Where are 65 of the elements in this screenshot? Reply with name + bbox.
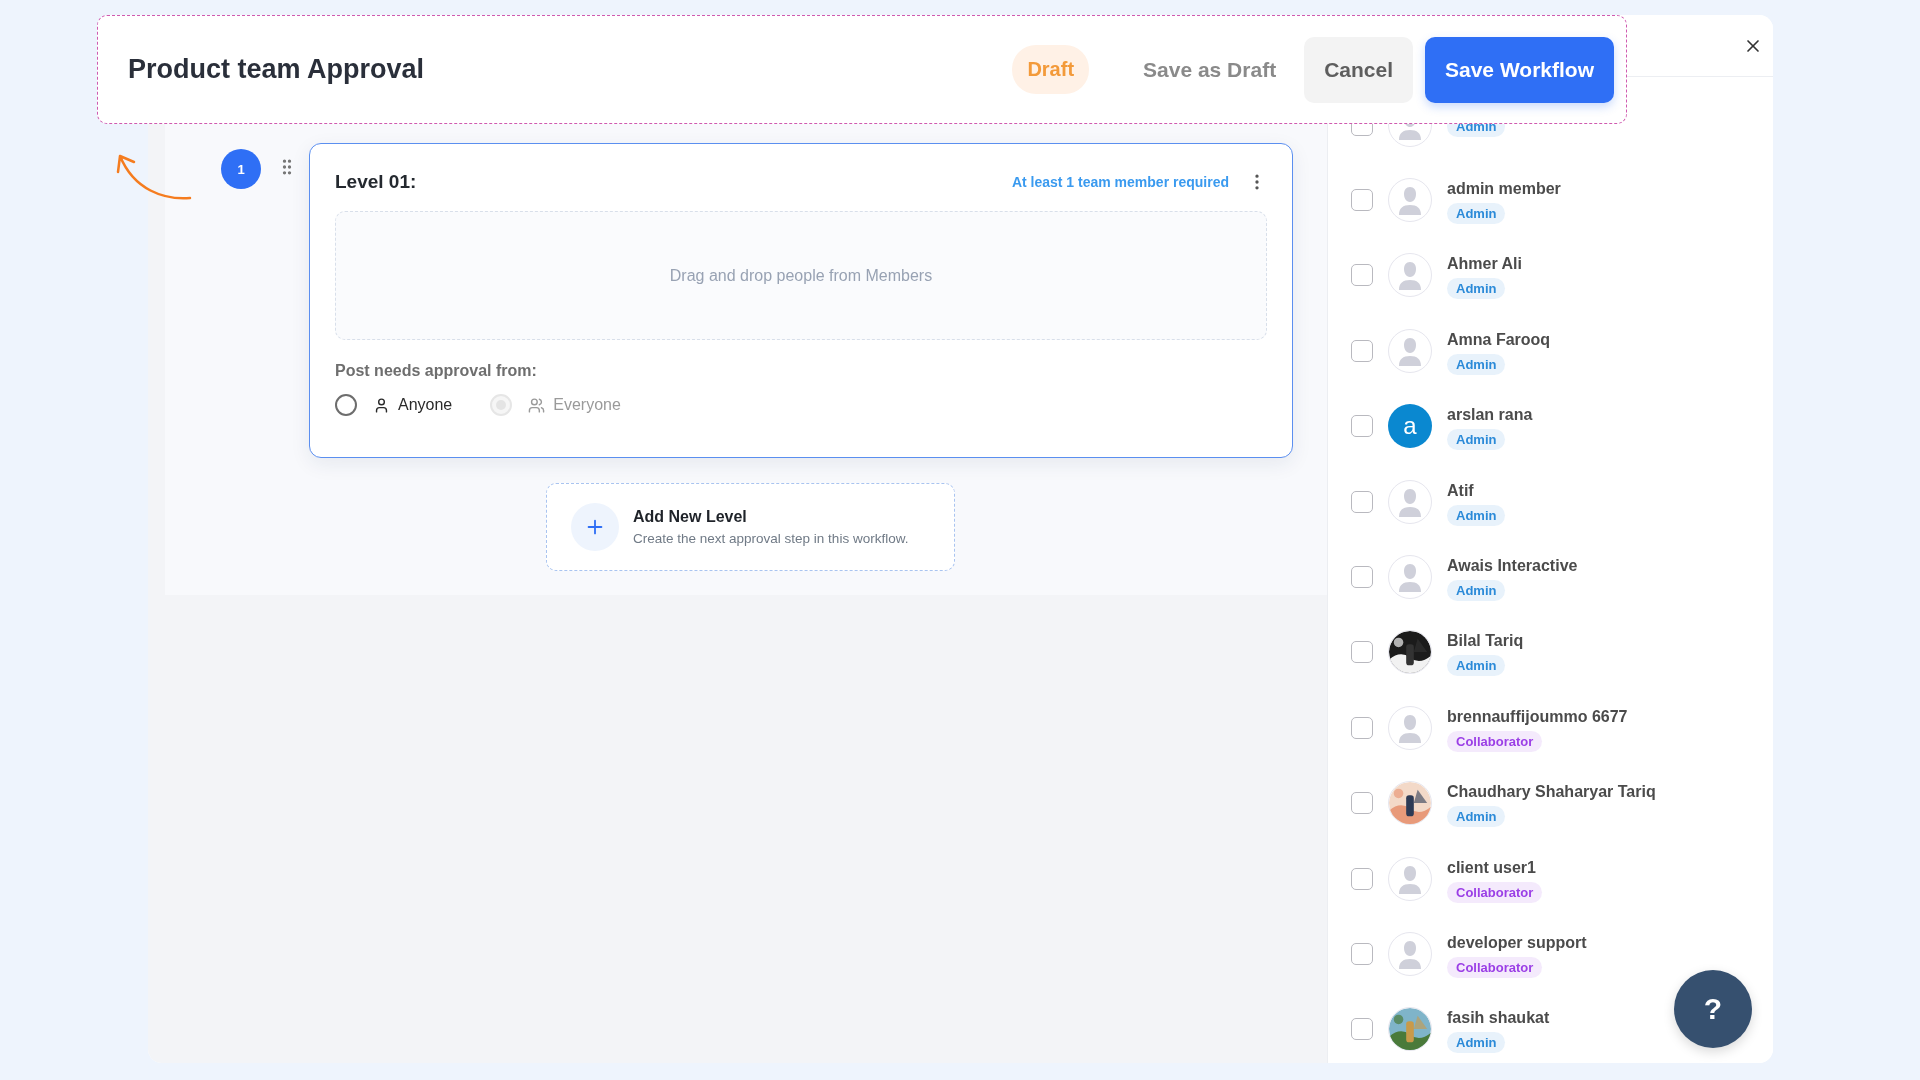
person-icon	[1398, 863, 1422, 894]
person-icon	[1398, 335, 1422, 366]
member-name: Atif	[1447, 481, 1474, 500]
add-level-subtitle: Create the next approval step in this workflow.	[633, 531, 909, 546]
plus-icon	[571, 503, 619, 551]
role-tag: Admin	[1447, 1032, 1506, 1054]
add-level-title: Add New Level	[633, 508, 748, 526]
member-name: Amna Farooq	[1447, 330, 1551, 349]
checkbox[interactable]	[1351, 264, 1373, 287]
checkbox[interactable]	[1351, 943, 1373, 965]
role-tag: Admin	[1447, 278, 1506, 300]
person-icon	[1398, 712, 1422, 743]
step-number: 1	[221, 149, 261, 189]
member-name: admin member	[1447, 180, 1561, 199]
person-icon	[1398, 562, 1422, 593]
checkbox[interactable]	[1351, 566, 1373, 589]
approval-label: Post needs approval from:	[335, 362, 537, 380]
add-level-button[interactable]: Add New Level Create the next approval step in this workflow.	[546, 483, 955, 571]
avatar: a	[1388, 404, 1432, 449]
role-tag: Admin	[1447, 806, 1506, 828]
checkbox[interactable]	[1351, 792, 1373, 815]
drop-zone-hint: Drag and drop people from Members	[669, 266, 933, 285]
people-icon	[528, 396, 546, 414]
person-icon	[1398, 260, 1422, 291]
option-text: Anyone	[398, 396, 453, 414]
person-icon	[1398, 486, 1422, 517]
member-name: developer support	[1447, 934, 1587, 952]
checkbox[interactable]	[1351, 189, 1373, 212]
member-name: arslan rana	[1447, 406, 1533, 425]
member-name: fasih shaukat	[1447, 1009, 1550, 1028]
role-tag: Admin	[1447, 504, 1506, 526]
radio-button[interactable]	[335, 394, 357, 416]
save-button[interactable]: Save Workflow	[1425, 36, 1614, 103]
member-name: Chaudhary Shaharyar Tariq	[1447, 783, 1656, 802]
role-tag: Admin	[1447, 353, 1506, 375]
role-tag: Admin	[1447, 580, 1506, 602]
member-name: Ahmer Ali	[1447, 255, 1522, 274]
level-title: Level 01:	[335, 171, 417, 193]
person-icon	[1398, 185, 1422, 216]
workflow-title: Product team Approval	[128, 54, 426, 85]
role-tag: Collaborator	[1447, 957, 1543, 978]
option-text: Everyone	[553, 396, 621, 414]
member-name: brennauffijoummo 6677	[1447, 707, 1628, 726]
role-tag: Collaborator	[1447, 881, 1543, 903]
checkbox[interactable]	[1351, 641, 1373, 664]
role-tag: Admin	[1447, 655, 1506, 677]
member-name: Bilal Tariq	[1447, 632, 1524, 651]
option-label[interactable]: Anyone	[373, 396, 453, 414]
checkbox[interactable]	[1351, 1018, 1373, 1041]
requirement-text: At least 1 team member required	[1011, 174, 1229, 190]
role-tag: Admin	[1447, 203, 1506, 225]
checkbox[interactable]	[1351, 716, 1373, 739]
member-name: Awais Interactive	[1447, 557, 1578, 576]
role-tag: Collaborator	[1447, 730, 1543, 752]
member-name: client user1	[1447, 858, 1536, 877]
cancel-button[interactable]: Cancel	[1304, 36, 1413, 103]
checkbox[interactable]	[1351, 415, 1373, 438]
person-icon	[373, 396, 390, 414]
checkbox[interactable]	[1351, 339, 1373, 362]
checkbox[interactable]	[1351, 867, 1373, 890]
checkbox[interactable]	[1351, 490, 1373, 513]
draft-button[interactable]: Save as Draft	[1123, 36, 1297, 103]
role-tag: Admin	[1447, 429, 1506, 451]
status-pill: Draft	[1012, 45, 1090, 94]
person-icon	[1398, 939, 1422, 969]
